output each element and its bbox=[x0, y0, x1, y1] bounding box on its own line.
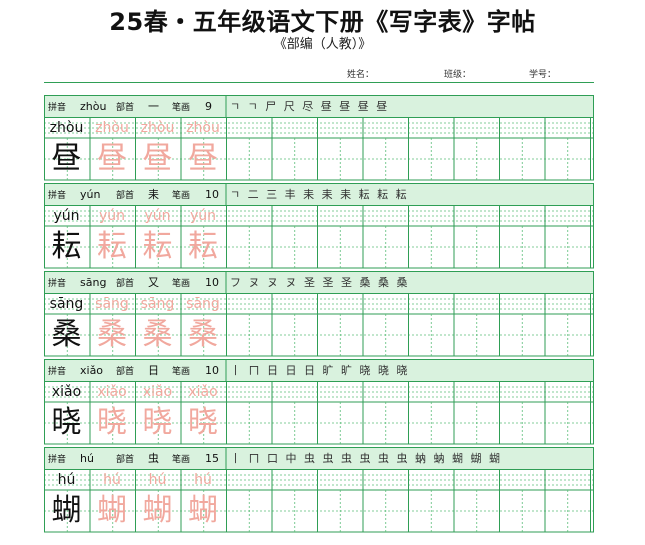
radical-label: 部首 bbox=[116, 190, 135, 201]
pinyin-value: yún bbox=[80, 187, 101, 201]
pinyin-value: sāng bbox=[80, 275, 107, 289]
pinyin-trace: xiǎo bbox=[97, 384, 127, 400]
row-info: 拼音 hú 部首 虫 笔画 15 bbox=[44, 447, 226, 469]
pinyin-value: zhòu bbox=[80, 99, 107, 113]
radical-value: 日 bbox=[148, 364, 159, 377]
radical-value: 耒 bbox=[148, 188, 159, 201]
character-trace: 昼 bbox=[188, 141, 218, 176]
stroke-count: 9 bbox=[205, 99, 212, 113]
character-trace: 昼 bbox=[97, 141, 127, 176]
stroke-order: ㄱ ㄱ 尸 尺 尽 昼 昼 昼 昼 bbox=[230, 100, 390, 113]
character-trace: 蝴 bbox=[142, 493, 173, 528]
stroke-count: 10 bbox=[205, 275, 219, 289]
stroke-order: 丨 ㄇ 口 中 虫 虫 虫 虫 虫 虫 蚋 蚋 蝴 蝴 蝴 bbox=[230, 452, 502, 465]
stroke-label: 笔画 bbox=[172, 278, 191, 289]
character-model: 蝴 bbox=[51, 493, 82, 528]
pinyin-trace: sāng bbox=[140, 296, 175, 312]
pinyin-trace: zhòu bbox=[186, 120, 220, 136]
pinyin-trace: zhòu bbox=[140, 120, 175, 136]
name-label: 姓名： bbox=[347, 70, 375, 80]
stroke-label: 笔画 bbox=[172, 190, 191, 201]
character-trace: 晓 bbox=[97, 405, 127, 440]
stroke-order: フ ヌ ヌ ヌ 圣 圣 圣 桑 桑 桑 bbox=[230, 276, 410, 289]
stroke-label: 笔画 bbox=[172, 102, 191, 113]
character-model: 昼 bbox=[51, 141, 82, 176]
radical-label: 部首 bbox=[116, 102, 135, 113]
character-model: 耘 bbox=[51, 229, 82, 264]
row-info: 拼音 yún 部首 耒 笔画 10 bbox=[44, 183, 226, 205]
character-trace: 桑 bbox=[188, 317, 218, 352]
class-label: 班级： bbox=[444, 70, 472, 80]
radical-label: 部首 bbox=[116, 366, 135, 377]
student-no-label: 学号： bbox=[529, 70, 557, 80]
header-divider bbox=[44, 82, 594, 83]
pinyin-trace: xiǎo bbox=[188, 384, 218, 400]
character-model: 桑 bbox=[51, 317, 82, 352]
pinyin-trace: hú bbox=[194, 472, 212, 488]
pinyin-value: hú bbox=[80, 451, 94, 465]
character-trace: 昼 bbox=[142, 141, 173, 176]
pinyin-trace: sāng bbox=[186, 296, 220, 312]
stroke-order: ㄱ 二 三 丰 耒 耒 耒 耘 耘 耘 bbox=[230, 188, 409, 201]
pinyin-model: zhòu bbox=[49, 120, 84, 136]
pinyin-trace: yún bbox=[98, 208, 126, 224]
character-trace: 晓 bbox=[142, 405, 173, 440]
stroke-label: 笔画 bbox=[172, 366, 191, 377]
stroke-count: 10 bbox=[205, 187, 219, 201]
page-title: 25春・五年级语文下册《写字表》字帖 bbox=[109, 8, 536, 36]
pinyin-model: sāng bbox=[49, 296, 84, 312]
pinyin-model: xiǎo bbox=[51, 384, 82, 400]
pinyin-trace: zhòu bbox=[95, 120, 129, 136]
pinyin-label: 拼音 bbox=[48, 454, 67, 465]
stroke-label: 笔画 bbox=[172, 454, 191, 465]
character-trace: 耘 bbox=[97, 229, 127, 264]
row-info: 拼音 xiǎo 部首 日 笔画 10 bbox=[44, 359, 226, 381]
radical-label: 部首 bbox=[116, 278, 135, 289]
stroke-order: 丨 ㄇ 日 日 日 旷 旷 晓 晓 晓 bbox=[230, 364, 410, 377]
character-model: 晓 bbox=[51, 405, 82, 440]
pinyin-trace: yún bbox=[189, 208, 217, 224]
pinyin-value: xiǎo bbox=[80, 363, 104, 377]
character-trace: 桑 bbox=[142, 317, 173, 352]
radical-value: 又 bbox=[148, 276, 159, 289]
pinyin-model: yún bbox=[53, 208, 80, 224]
pinyin-trace: hú bbox=[148, 472, 167, 488]
character-trace: 蝴 bbox=[97, 493, 127, 528]
radical-value: 虫 bbox=[148, 452, 159, 465]
pinyin-trace: yún bbox=[144, 208, 171, 224]
row-info: 拼音 zhòu 部首 一 笔画 9 bbox=[44, 95, 226, 117]
pinyin-trace: sāng bbox=[95, 296, 129, 312]
pinyin-trace: xiǎo bbox=[142, 384, 173, 400]
pinyin-label: 拼音 bbox=[48, 278, 67, 289]
character-trace: 耘 bbox=[142, 229, 173, 264]
character-trace: 晓 bbox=[188, 405, 218, 440]
pinyin-trace: hú bbox=[103, 472, 121, 488]
character-trace: 桑 bbox=[97, 317, 127, 352]
page-subtitle: 《部编（人教）》 bbox=[273, 37, 372, 52]
character-trace: 耘 bbox=[188, 229, 218, 264]
stroke-count: 15 bbox=[205, 451, 219, 465]
pinyin-label: 拼音 bbox=[48, 190, 67, 201]
radical-label: 部首 bbox=[116, 454, 135, 465]
pinyin-model: hú bbox=[57, 472, 76, 488]
pinyin-label: 拼音 bbox=[48, 102, 67, 113]
row-info: 拼音 sāng 部首 又 笔画 10 bbox=[44, 271, 226, 293]
character-trace: 蝴 bbox=[188, 493, 218, 528]
stroke-count: 10 bbox=[205, 363, 219, 377]
pinyin-label: 拼音 bbox=[48, 366, 67, 377]
radical-value: 一 bbox=[148, 100, 159, 113]
